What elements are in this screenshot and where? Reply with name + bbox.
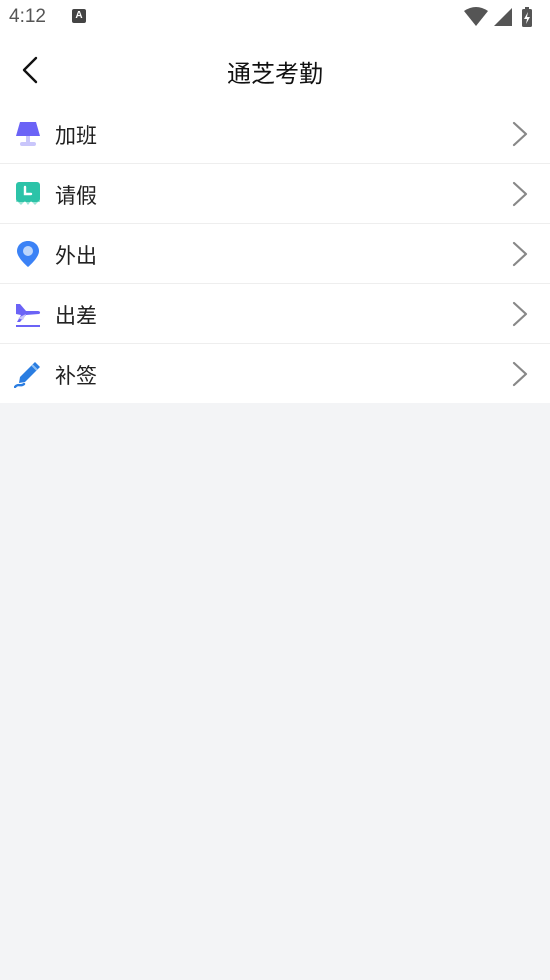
chevron-right-icon [512, 361, 528, 387]
menu-item-label: 出差 [55, 304, 97, 328]
menu-item-overtime[interactable]: 加班 [0, 104, 550, 164]
menu-item-business-trip[interactable]: 出差 [0, 284, 550, 344]
cell-signal-icon [494, 8, 512, 26]
calendar-leave-icon [16, 182, 40, 205]
menu-item-outing[interactable]: 外出 [0, 224, 550, 284]
lamp-icon [16, 122, 40, 146]
chevron-right-icon [512, 241, 528, 267]
location-pin-icon [17, 241, 39, 267]
airplane-icon [16, 304, 41, 327]
status-indicators [464, 7, 532, 27]
menu-item-label: 补签 [55, 364, 97, 388]
status-time: 4:12 [9, 6, 46, 27]
menu-item-label: 请假 [55, 184, 97, 208]
menu-item-label: 外出 [55, 244, 97, 268]
chevron-right-icon [512, 121, 528, 147]
chevron-right-icon [512, 301, 528, 327]
battery-charging-icon [522, 7, 532, 27]
attendance-menu: 加班 请假 外出 出差 补签 [0, 104, 550, 403]
page-title: 通芝考勤 [227, 60, 323, 88]
chevron-right-icon [512, 181, 528, 207]
pen-sign-icon [14, 362, 40, 388]
menu-item-label: 加班 [55, 124, 97, 148]
nav-bar: 通芝考勤 [0, 36, 550, 104]
menu-item-leave[interactable]: 请假 [0, 164, 550, 224]
a-keyboard-icon: A [72, 9, 86, 23]
menu-item-sign-supplement[interactable]: 补签 [0, 344, 550, 403]
wifi-icon [464, 7, 488, 26]
status-bar: 4:12 A [0, 0, 550, 36]
